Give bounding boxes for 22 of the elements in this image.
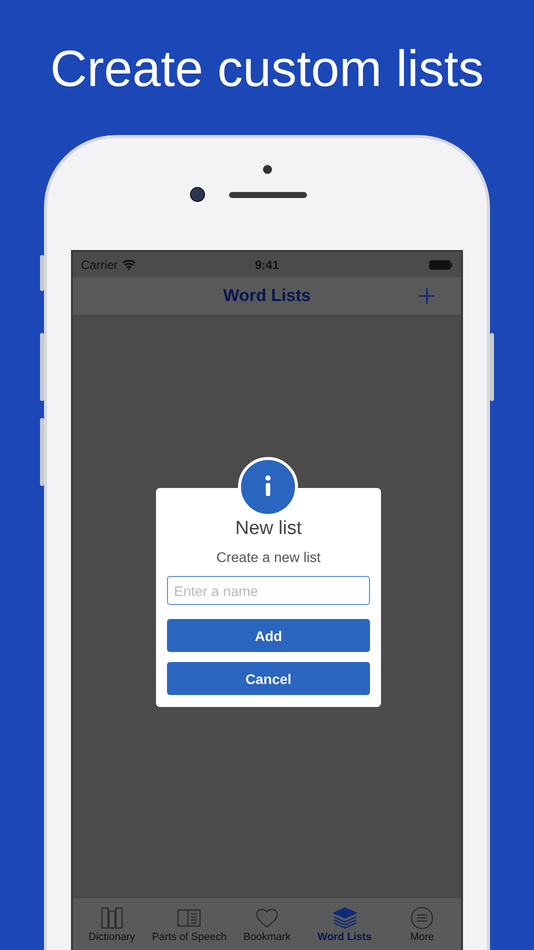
- add-icon[interactable]: [419, 288, 435, 304]
- battery-icon: [429, 260, 453, 270]
- camera-icon: [190, 187, 205, 202]
- tab-item[interactable]: More: [383, 898, 461, 950]
- add-button[interactable]: Add: [167, 619, 370, 652]
- tab-item[interactable]: Word Lists: [306, 898, 384, 950]
- dialog-message: Create a new list: [216, 549, 321, 565]
- headline: Create custom lists: [49, 39, 485, 99]
- nav-title: Word Lists: [223, 286, 311, 306]
- books-icon: [98, 906, 125, 930]
- stack-icon: [332, 906, 358, 930]
- sensor-icon: [263, 165, 272, 174]
- dialog-title: New list: [235, 518, 302, 540]
- carrier-label: Carrier: [81, 258, 118, 272]
- menu-icon: [409, 906, 436, 930]
- name-input[interactable]: Enter a name: [167, 576, 370, 605]
- wifi-icon: [122, 259, 136, 270]
- cancel-button[interactable]: Cancel: [167, 662, 370, 695]
- tab-item[interactable]: Bookmark: [228, 898, 306, 950]
- status-time: 9:41: [254, 258, 280, 272]
- tab-item[interactable]: Parts of Speech: [150, 898, 228, 950]
- tab-item[interactable]: Dictionary: [73, 898, 151, 950]
